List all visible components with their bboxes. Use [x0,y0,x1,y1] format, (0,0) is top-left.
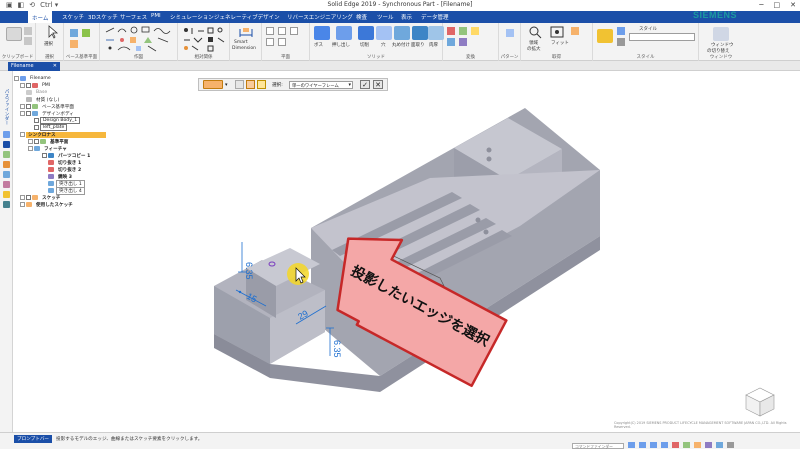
select-type-value: 単一のワイヤーフレーム [292,84,339,89]
hole-feature[interactable] [486,147,492,153]
view-cube[interactable] [745,387,775,417]
coordinate-icon [26,90,32,95]
tree-node[interactable]: 突き出し 4 [48,186,85,195]
tree-node[interactable]: PMI [20,82,52,89]
perspective-icon[interactable] [705,442,712,448]
tree-node[interactable]: Base [26,89,49,96]
cutout-icon [48,160,54,165]
copy-icon[interactable] [246,80,255,89]
copyright-text: Copyright(C) 2019 SIEMENS PRODUCT LIFECY… [614,421,787,429]
tree-node[interactable]: スケッチ [20,194,62,201]
part-icon [20,76,26,81]
command-finder-placeholder: コマンドファインダー [575,444,613,449]
render-icon[interactable] [694,442,701,448]
zoom-icon[interactable] [628,442,635,448]
tree-node[interactable]: 基準平面 [28,138,70,145]
tree-node[interactable]: デザインボディ [20,110,76,117]
sketch-icon [32,195,38,200]
tree-node[interactable]: 使用したスケッチ [20,201,75,208]
cutout-icon [48,167,54,172]
dimension-text: 6.35 [332,340,342,358]
view-style-icon[interactable] [672,442,679,448]
extrude-icon [48,188,54,193]
plane-icon [40,139,46,144]
tree-node[interactable]: シンクロナス [20,131,106,138]
accept-button[interactable]: ✓ [360,80,370,89]
tree-node[interactable]: Filename [14,75,53,82]
dimension-text: 6.35 [244,262,254,280]
status-view-controls [628,442,734,448]
plane-icon [32,104,38,109]
edge-filter-icon[interactable] [257,80,266,89]
chevron-down-icon: ▾ [348,82,351,88]
cancel-button[interactable]: ✕ [373,80,383,89]
pan-icon[interactable] [650,442,657,448]
tree-node[interactable]: 切り抜き 1 [48,159,83,166]
tree-node[interactable]: 材質 (なし) [26,96,61,103]
model-scene: 6.35 15 29 6.35 投影したいエッジを選択 [214,108,775,417]
body-icon [32,111,38,116]
rotate-icon[interactable] [661,442,668,448]
prompt-message: 投影するモデルのエッジ、曲線またはスケッチ要素をクリックします。 [56,437,203,442]
tree-node[interactable]: 切り抜き 2 [48,166,83,173]
extrude-icon [48,181,54,186]
select-mode-icon[interactable] [203,80,223,89]
sketch-icon [26,202,32,207]
tree-node[interactable]: フィーチャ [28,145,69,152]
tree-node[interactable]: ベース基準平面 [20,103,76,110]
select-type-dropdown[interactable]: 単一のワイヤーフレーム ▾ [289,81,353,89]
feature-icon [34,146,40,151]
hole-feature[interactable] [486,156,492,162]
settings-icon[interactable] [727,442,734,448]
status-bar: プロンプトバー 投影するモデルのエッジ、曲線またはスケッチ要素をクリックします。… [0,432,800,449]
sketch-view-icon[interactable] [716,442,723,448]
solid-edge-window: ▣ ◧ ⟲ Ctrl ▾ Solid Edge 2019 - Synchrono… [0,0,800,449]
hole-feature[interactable] [483,229,489,235]
material-icon [26,97,32,102]
tree-node[interactable]: left_plate [34,124,68,131]
mirror-icon [48,174,54,179]
shading-icon[interactable] [683,442,690,448]
prompt-bar-tab[interactable]: プロンプトバー [14,435,53,443]
command-finder-input[interactable]: コマンドファインダー [572,443,624,449]
hole-feature[interactable] [475,217,481,223]
tree-node[interactable]: Design Body_1 [34,117,81,124]
fit-icon[interactable] [639,442,646,448]
select-toolbar: ▾ 選択: 単一のワイヤーフレーム ▾ ✓ ✕ [198,78,388,91]
part-copy-icon [48,153,54,158]
pmi-icon [32,83,38,88]
tree-node[interactable]: パーツコピー 1 [42,152,92,159]
cube-icon[interactable] [235,80,244,89]
chevron-down-icon[interactable]: ▾ [225,82,228,88]
select-label: 選択: [272,83,283,88]
